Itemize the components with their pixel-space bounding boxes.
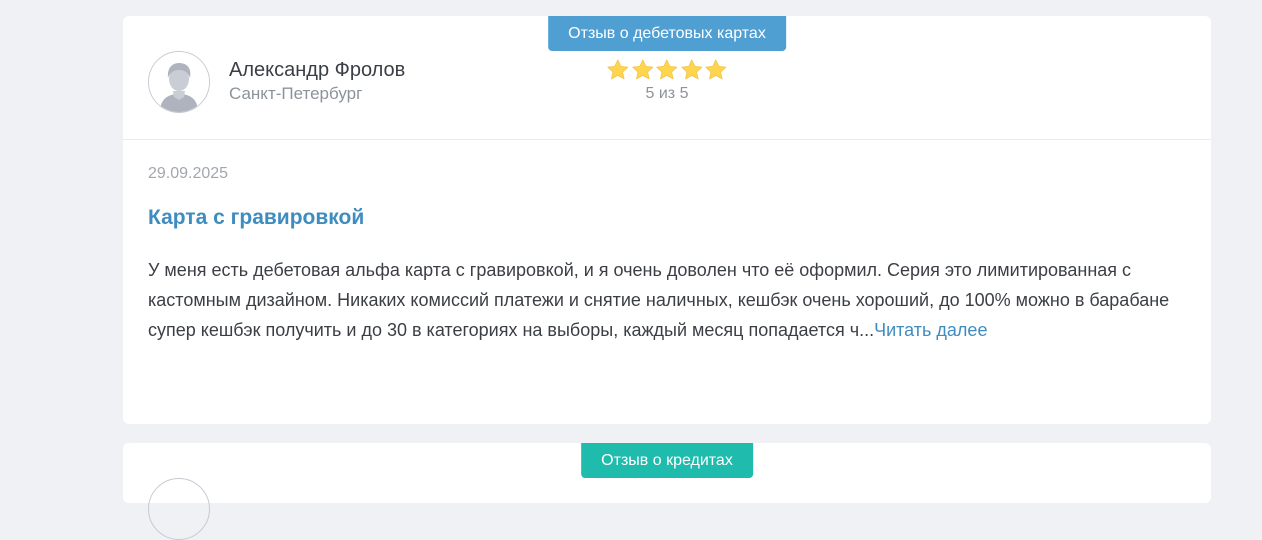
rating: 5 из 5 <box>606 58 728 103</box>
author-name: Александр Фролов <box>229 59 406 81</box>
review-title[interactable]: Карта с гравировкой <box>148 206 364 230</box>
user-avatar-icon <box>148 478 210 540</box>
star-icon <box>656 59 678 80</box>
category-badge[interactable]: Отзыв о кредитах <box>581 443 753 478</box>
star-icon <box>705 59 727 80</box>
star-icon <box>681 59 703 80</box>
rating-stars <box>606 58 728 82</box>
user-avatar-icon <box>148 51 210 113</box>
read-more-link[interactable]: Читать далее <box>874 320 987 340</box>
review-card: Отзыв о кредитах <box>123 443 1211 540</box>
review-text: У меня есть дебетовая альфа карта с грав… <box>148 255 1188 345</box>
review-card: Отзыв о дебетовых картах Александр Фроло… <box>123 16 1211 424</box>
star-icon <box>607 59 629 80</box>
review-header: Александр Фролов Санкт-Петербург 5 из 5 <box>123 16 1211 140</box>
review-date: 29.09.2025 <box>148 165 229 182</box>
star-icon <box>631 59 653 80</box>
rating-text: 5 из 5 <box>645 85 689 102</box>
author-city: Санкт-Петербург <box>229 84 363 103</box>
review-text-content: У меня есть дебетовая альфа карта с грав… <box>148 260 1170 340</box>
